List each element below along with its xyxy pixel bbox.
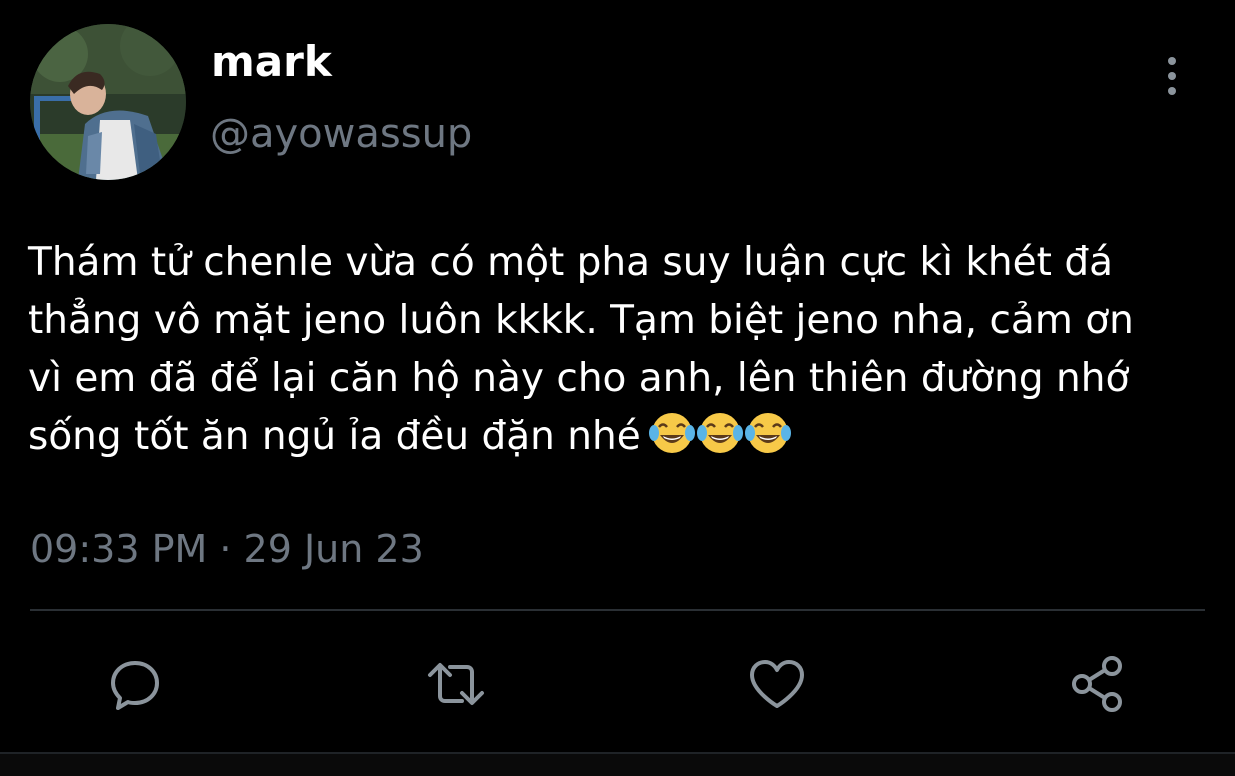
more-options-button[interactable] <box>1152 52 1192 100</box>
user-handle[interactable]: @ayowassup <box>210 108 472 160</box>
tears-of-joy-emoji-1 <box>648 411 695 472</box>
action-bar <box>0 648 1235 720</box>
divider <box>30 609 1205 611</box>
share-icon <box>1072 656 1122 712</box>
like-button[interactable] <box>741 648 813 720</box>
heart-icon <box>750 660 804 708</box>
bottom-separator <box>0 752 1235 776</box>
share-button[interactable] <box>1062 648 1134 720</box>
display-name[interactable]: mark <box>211 36 332 88</box>
tweet-card: mark @ayowassup Thám tử chenle vừa có mộ… <box>0 0 1235 776</box>
comment-icon <box>111 661 159 710</box>
retweet-icon <box>428 663 484 705</box>
reply-button[interactable] <box>99 648 171 720</box>
tweet-timestamp[interactable]: 09:33 PM · 29 Jun 23 <box>30 524 424 574</box>
tweet-body: Thám tử chenle vừa có một pha suy luận c… <box>28 240 1134 459</box>
tears-of-joy-emoji-3 <box>744 411 791 472</box>
retweet-button[interactable] <box>420 648 492 720</box>
more-dot-icon <box>1168 72 1176 80</box>
more-dot-icon <box>1168 87 1176 95</box>
emoji-group <box>648 411 791 472</box>
avatar[interactable] <box>30 24 186 180</box>
tears-of-joy-emoji-2 <box>696 411 743 472</box>
avatar-photo <box>30 24 186 180</box>
more-dot-icon <box>1168 57 1176 65</box>
tweet-text: Thám tử chenle vừa có một pha suy luận c… <box>28 234 1188 472</box>
